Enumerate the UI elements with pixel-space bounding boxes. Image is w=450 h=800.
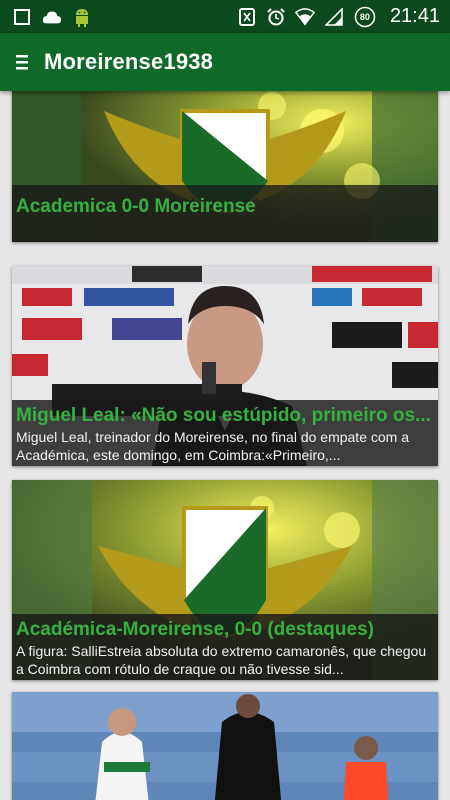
status-bar: 80 21:41 xyxy=(0,0,450,33)
card-title[interactable]: Miguel Leal: «Não sou estúpido, primeiro… xyxy=(16,404,434,428)
card-description: Miguel Leal, treinador do Moreirense, no… xyxy=(16,429,409,463)
news-feed[interactable]: Academica 0-0 Moreirense Miguel Leal: «N… xyxy=(0,91,450,800)
clock: 21:41 xyxy=(389,5,440,27)
match-action-image xyxy=(12,692,438,800)
card-description: A figura: SalliEstreia absoluta do extre… xyxy=(16,643,427,677)
app-title: Moreirense1938 xyxy=(44,49,214,74)
signal-icon xyxy=(324,7,344,27)
battery-icon: 80 xyxy=(353,6,377,27)
hamburger-menu-icon[interactable] xyxy=(0,33,44,91)
battery-level: 80 xyxy=(359,11,370,22)
card-title[interactable]: Academica 0-0 Moreirense xyxy=(16,195,434,219)
news-card[interactable]: Académica-Moreirense, 0-0 (destaques) A … xyxy=(12,480,438,680)
wifi-icon xyxy=(294,7,315,27)
news-card[interactable]: Miguel Leal: «Não sou estúpido, primeiro… xyxy=(12,266,438,466)
news-card[interactable]: Academica 0-0 Moreirense xyxy=(12,91,438,242)
stop-square-icon xyxy=(12,7,32,27)
alarm-icon xyxy=(266,7,286,27)
card-title[interactable]: Académica-Moreirense, 0-0 (destaques) xyxy=(16,618,434,642)
news-card[interactable] xyxy=(12,692,438,800)
cloud-icon xyxy=(42,7,62,27)
nfc-icon xyxy=(237,7,257,27)
android-debug-icon xyxy=(72,7,92,27)
app-bar: Moreirense1938 xyxy=(0,33,450,91)
